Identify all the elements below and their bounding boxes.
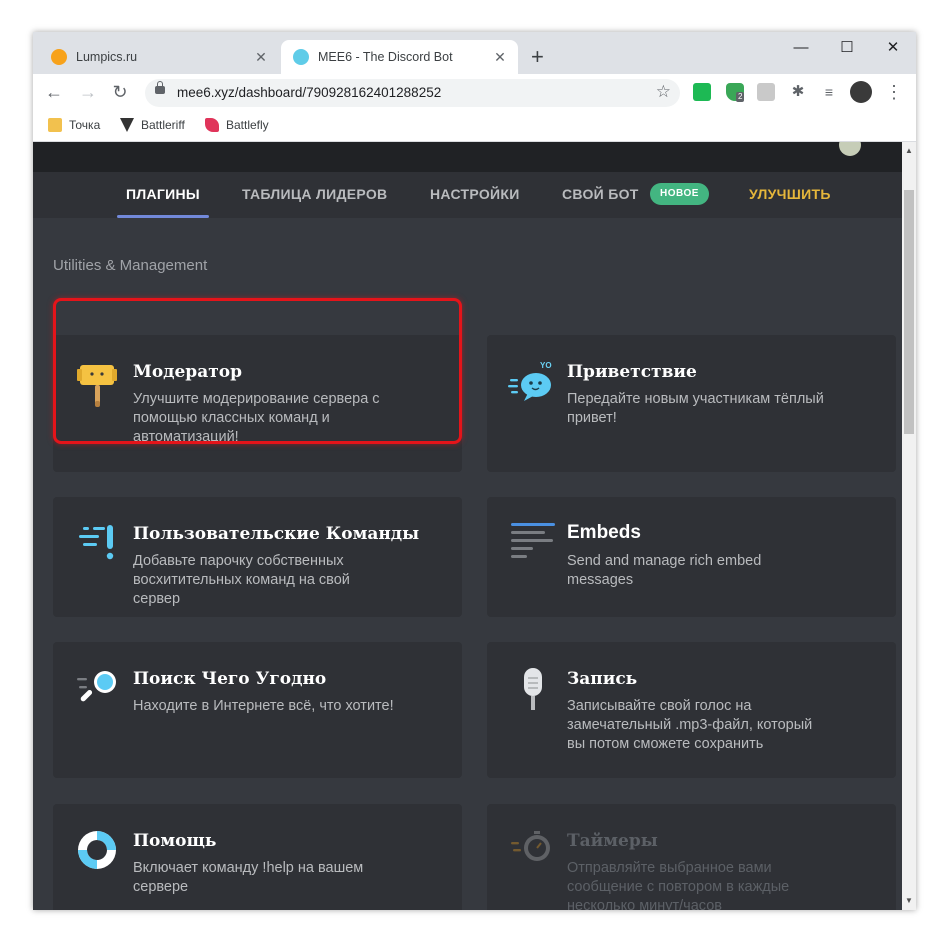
nav-own-bot[interactable]: СВОЙ БОТ (562, 186, 639, 202)
lumpics-favicon-icon (51, 49, 67, 65)
music-extension-icon[interactable] (693, 83, 711, 101)
plugin-title: Таймеры (567, 831, 658, 851)
bookmark-star-icon[interactable]: ☆ (656, 82, 671, 102)
magnifier-icon (77, 671, 116, 702)
section-title: Utilities & Management (53, 257, 208, 274)
battleriff-icon (120, 118, 134, 132)
plugin-card-record[interactable]: Запись Записывайте свой голос на замечат… (487, 642, 896, 778)
battlefly-icon (205, 118, 219, 132)
image-extension-icon[interactable] (757, 83, 775, 101)
chrome-menu-icon[interactable]: ⋮ (883, 81, 905, 103)
plugin-card-search[interactable]: Поиск Чего Угодно Находите в Интернете в… (53, 642, 462, 778)
scroll-up-icon[interactable]: ▲ (902, 144, 916, 158)
close-window-button[interactable]: ✕ (870, 38, 916, 58)
plugin-title: Embeds (567, 522, 641, 543)
nav-label: ПЛАГИНЫ (126, 186, 200, 202)
plugin-card-custom-commands[interactable]: Пользовательские Команды Добавьте парочк… (53, 497, 462, 617)
browser-toolbar: ← → ↻ mee6.xyz/dashboard/790928162401288… (33, 74, 916, 110)
plugin-title: Приветствие (567, 362, 697, 382)
user-avatar[interactable] (839, 142, 861, 156)
nav-settings[interactable]: НАСТРОЙКИ (430, 186, 520, 202)
timer-icon (511, 831, 550, 861)
bookmark-label: Точка (69, 118, 101, 132)
bookmark-battleriff[interactable]: Battleriff (120, 118, 185, 132)
lifebuoy-icon (78, 831, 116, 869)
plugin-card-welcome[interactable]: YO Приветствие Передайте новым участника… (487, 335, 896, 472)
tab-mee6[interactable]: MEE6 - The Discord Bot ✕ (281, 40, 518, 74)
plugin-description: Отправляйте выбранное вами сообщение с п… (567, 860, 790, 910)
new-tab-button[interactable]: + (531, 45, 544, 69)
url-text: mee6.xyz/dashboard/790928162401288252 (177, 85, 442, 100)
plugin-title: Запись (567, 669, 638, 689)
bookmark-label: Battlefly (226, 118, 269, 132)
plugin-card-embeds[interactable]: Embeds Send and manage rich embed messag… (487, 497, 896, 617)
tab-close-icon[interactable]: ✕ (251, 49, 271, 66)
tab-strip: Lumpics.ru ✕ MEE6 - The Discord Bot ✕ + … (33, 32, 916, 74)
maximize-button[interactable]: ☐ (824, 38, 870, 58)
lock-icon (155, 81, 165, 94)
minimize-button[interactable]: — (778, 38, 824, 58)
back-button[interactable]: ← (43, 81, 65, 103)
plugin-description: Передайте новым участникам тёплый привет… (567, 391, 824, 426)
nav-plugins[interactable]: ПЛАГИНЫ (117, 186, 209, 218)
plugin-description: Добавьте парочку собственных восхититель… (133, 553, 350, 607)
forward-button[interactable]: → (77, 81, 99, 103)
shield-extension-icon[interactable]: 2 (726, 83, 745, 102)
plugin-card-timers[interactable]: Таймеры Отправляйте выбранное вами сообщ… (487, 804, 896, 910)
reload-button[interactable]: ↻ (109, 81, 131, 103)
media-control-icon[interactable]: ≡ (820, 83, 838, 101)
new-badge: НОВОЕ (650, 183, 709, 205)
bookmark-battlefly[interactable]: Battlefly (205, 118, 269, 132)
bookmarks-bar: Точка Battleriff Battlefly (33, 110, 916, 142)
plugin-title: Поиск Чего Угодно (133, 669, 327, 689)
custom-commands-icon (79, 525, 114, 560)
mee6-favicon-icon (293, 49, 309, 65)
top-header (33, 142, 902, 172)
browser-window: Lumpics.ru ✕ MEE6 - The Discord Bot ✕ + … (33, 32, 916, 910)
plugin-description: Включает команду !help на вашем сервере (133, 860, 364, 895)
tab-title: Lumpics.ru (76, 50, 138, 64)
plugin-description: Находите в Интернете всё, что хотите! (133, 698, 394, 714)
nav-upgrade[interactable]: УЛУЧШИТЬ (749, 186, 831, 202)
plugin-card-help[interactable]: Помощь Включает команду !help на вашем с… (53, 804, 462, 910)
tab-title: MEE6 - The Discord Bot (318, 50, 453, 64)
active-tab-underline (117, 215, 209, 218)
profile-avatar[interactable] (850, 81, 872, 103)
folder-icon (48, 118, 62, 132)
tab-close-icon[interactable]: ✕ (490, 49, 510, 66)
microphone-icon (524, 668, 542, 710)
extensions-puzzle-icon[interactable]: ✱ (789, 83, 807, 101)
plugin-title: Помощь (133, 831, 217, 851)
address-bar[interactable]: mee6.xyz/dashboard/790928162401288252 ☆ (145, 79, 680, 107)
scroll-down-icon[interactable]: ▼ (902, 894, 916, 908)
moderator-highlight-frame (53, 298, 462, 444)
page-scrollbar[interactable]: ▲ ▼ (902, 142, 916, 910)
bookmark-tochka[interactable]: Точка (48, 118, 100, 132)
embeds-icon (511, 523, 555, 558)
yo-label: YO (540, 361, 552, 370)
plugin-description: Записывайте свой голос на замечательный … (567, 698, 813, 752)
bookmark-label: Battleriff (141, 118, 185, 132)
tab-lumpics[interactable]: Lumpics.ru ✕ (39, 40, 279, 74)
extension-badge: 2 (736, 92, 745, 102)
plugin-title: Пользовательские Команды (133, 524, 420, 544)
scroll-thumb[interactable] (904, 190, 914, 434)
welcome-bubble-icon: YO (508, 361, 552, 401)
mee6-dashboard: ПЛАГИНЫ ТАБЛИЦА ЛИДЕРОВ НАСТРОЙКИ СВОЙ Б… (33, 142, 902, 910)
nav-leaderboard[interactable]: ТАБЛИЦА ЛИДЕРОВ (242, 186, 387, 202)
plugin-description: Send and manage rich embed messages (567, 553, 762, 588)
dashboard-nav: ПЛАГИНЫ ТАБЛИЦА ЛИДЕРОВ НАСТРОЙКИ СВОЙ Б… (33, 172, 902, 218)
